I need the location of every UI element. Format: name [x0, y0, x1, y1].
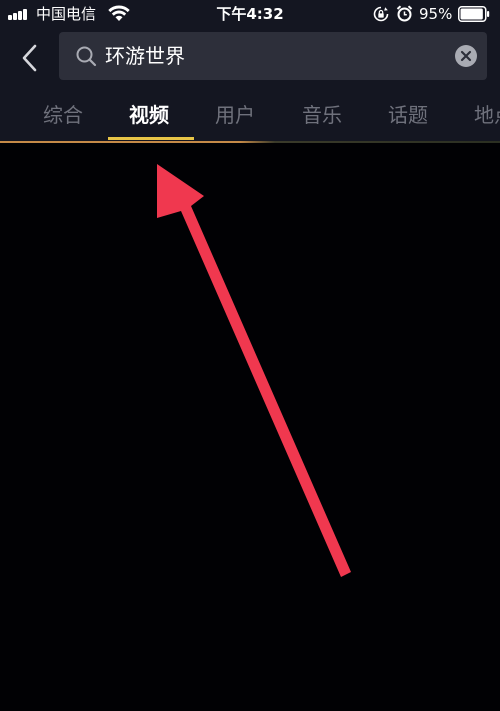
- tab-bar: 综合 视频 用户 音乐 话题 地点: [0, 88, 500, 142]
- red-arrow-icon: [157, 164, 351, 577]
- rotation-lock-icon: [373, 6, 389, 22]
- tab-divider: [0, 141, 500, 143]
- status-bar: 中国电信 下午4:32 95%: [0, 0, 500, 28]
- tab-general[interactable]: 综合: [43, 88, 83, 142]
- search-icon: [76, 46, 97, 67]
- tab-video[interactable]: 视频: [129, 88, 169, 142]
- tab-music[interactable]: 音乐: [302, 88, 342, 142]
- tab-topics[interactable]: 话题: [388, 88, 428, 142]
- battery-icon: [458, 6, 490, 22]
- tab-places[interactable]: 地点: [474, 88, 500, 142]
- search-header: [0, 28, 500, 88]
- chevron-left-icon: [22, 44, 37, 72]
- search-input[interactable]: [105, 32, 445, 80]
- search-box[interactable]: [59, 32, 487, 80]
- active-tab-indicator: [108, 137, 194, 140]
- back-button[interactable]: [12, 40, 48, 76]
- app-screen: 中国电信 下午4:32 95% 环游世界 综合 视频 用户 音乐 话题 地: [0, 0, 500, 711]
- tab-users[interactable]: 用户: [215, 88, 255, 142]
- clear-icon[interactable]: [455, 45, 477, 67]
- alarm-icon: [396, 5, 413, 22]
- battery-percent: 95%: [419, 5, 453, 23]
